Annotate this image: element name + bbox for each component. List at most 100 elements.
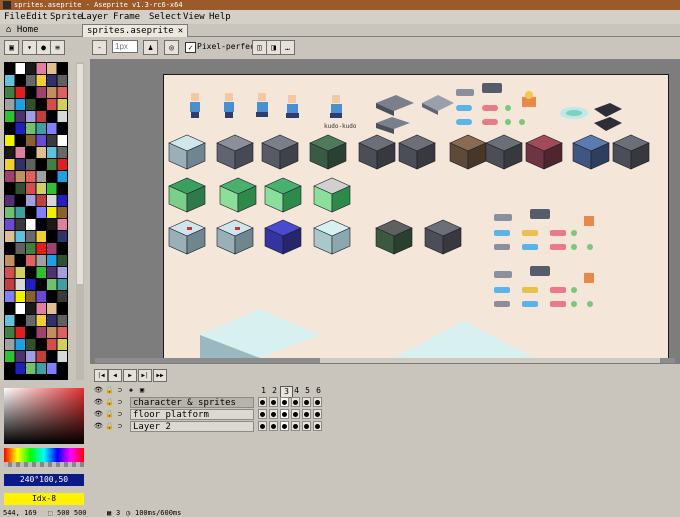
palette-swatch[interactable] xyxy=(47,243,57,254)
timeline-cel[interactable] xyxy=(313,397,322,407)
palette-swatch[interactable] xyxy=(15,183,26,194)
palette-swatch[interactable] xyxy=(26,315,36,326)
timeline-cel[interactable] xyxy=(291,421,300,431)
palette-swatch[interactable] xyxy=(5,195,15,206)
brush-size-input[interactable] xyxy=(112,40,138,53)
menu-frame[interactable]: Frame xyxy=(113,10,140,24)
palette-swatch[interactable] xyxy=(36,135,47,146)
palette-swatch[interactable] xyxy=(57,75,68,86)
palette-swatch[interactable] xyxy=(47,195,57,206)
visibility-toggle-icon[interactable]: 👁 xyxy=(94,422,103,431)
palette-swatch[interactable] xyxy=(47,75,57,86)
palette-swatch[interactable] xyxy=(47,87,57,98)
palette-swatch[interactable] xyxy=(26,111,36,122)
canvas-scroll-thumb[interactable] xyxy=(320,358,660,363)
palette-swatch[interactable] xyxy=(57,279,68,290)
timeline-cel[interactable] xyxy=(313,421,322,431)
palette-swatch[interactable] xyxy=(57,171,68,182)
tab-sprites[interactable]: sprites.aseprite ✕ xyxy=(82,24,189,37)
palette-swatch[interactable] xyxy=(57,267,68,278)
palette-swatch[interactable] xyxy=(36,243,47,254)
layer-name[interactable]: floor platform xyxy=(130,409,254,420)
palette-swatch[interactable] xyxy=(36,183,47,194)
prev-frame-button[interactable]: ◀ xyxy=(108,369,122,382)
timeline-cel[interactable] xyxy=(302,409,311,419)
palette-swatch[interactable] xyxy=(36,255,47,266)
continuous-toggle-icon[interactable]: ⊃ xyxy=(116,398,124,407)
palette-swatch[interactable] xyxy=(57,351,68,362)
palette-swatch[interactable] xyxy=(15,231,26,242)
next-frame-button[interactable]: ▶| xyxy=(138,369,152,382)
timeline-cel[interactable] xyxy=(258,409,267,419)
layer-options-icon[interactable]: ▣ xyxy=(138,386,146,395)
palette-swatch[interactable] xyxy=(5,339,15,350)
palette-swatch[interactable] xyxy=(57,159,68,170)
visibility-icon[interactable]: 👁 xyxy=(94,386,103,395)
frame-number-5[interactable]: 5 xyxy=(302,386,313,396)
menu-help[interactable]: Help xyxy=(209,10,231,24)
timeline-cel[interactable] xyxy=(258,421,267,431)
continuous-icon[interactable]: ⊃ xyxy=(116,386,124,395)
palette-swatch[interactable] xyxy=(26,159,36,170)
palette-swatch[interactable] xyxy=(26,351,36,362)
palette-swatch[interactable] xyxy=(15,351,26,362)
layer-row[interactable]: 👁 🔒 ⊃ Layer 2 xyxy=(92,421,256,432)
palette-swatch[interactable] xyxy=(5,291,15,302)
palette-swatches[interactable] xyxy=(4,62,68,380)
frame-number-6[interactable]: 6 xyxy=(313,386,324,396)
palette-swatch[interactable] xyxy=(15,303,26,314)
palette-swatch[interactable] xyxy=(36,303,47,314)
palette-swatch[interactable] xyxy=(36,363,47,374)
palette-swatch[interactable] xyxy=(5,219,15,230)
palette-swatch[interactable] xyxy=(26,123,36,134)
visibility-toggle-icon[interactable]: 👁 xyxy=(94,398,103,407)
palette-swatch[interactable] xyxy=(5,135,15,146)
palette-swatch[interactable] xyxy=(47,279,57,290)
brush-shape-icon[interactable]: ● xyxy=(36,40,51,55)
palette-swatch[interactable] xyxy=(5,279,15,290)
palette-swatch[interactable] xyxy=(36,87,47,98)
palette-swatch[interactable] xyxy=(5,87,15,98)
more-options-icon[interactable]: … xyxy=(280,40,295,55)
palette-swatch[interactable] xyxy=(57,327,68,338)
palette-swatch[interactable] xyxy=(26,243,36,254)
palette-swatch[interactable] xyxy=(26,219,36,230)
timeline-cel[interactable] xyxy=(291,397,300,407)
hue-slider[interactable] xyxy=(4,448,84,462)
palette-swatch[interactable] xyxy=(5,147,15,158)
timeline-cel[interactable] xyxy=(291,409,300,419)
palette-swatch[interactable] xyxy=(36,195,47,206)
palette-swatch[interactable] xyxy=(26,291,36,302)
palette-swatch[interactable] xyxy=(57,147,68,158)
palette-swatch[interactable] xyxy=(36,111,47,122)
palette-swatch[interactable] xyxy=(26,63,36,74)
palette-swatch[interactable] xyxy=(26,363,36,374)
palette-swatch[interactable] xyxy=(47,123,57,134)
palette-swatch[interactable] xyxy=(57,315,68,326)
palette-swatch[interactable] xyxy=(15,171,26,182)
continuous-toggle-icon[interactable]: ⊃ xyxy=(116,410,124,419)
palette-swatch[interactable] xyxy=(47,315,57,326)
palette-swatch[interactable] xyxy=(26,303,36,314)
palette-swatch[interactable] xyxy=(57,339,68,350)
palette-swatch[interactable] xyxy=(15,243,26,254)
palette-swatch[interactable] xyxy=(5,75,15,86)
palette-swatch[interactable] xyxy=(47,255,57,266)
palette-swatch[interactable] xyxy=(47,207,57,218)
palette-swatch[interactable] xyxy=(5,159,15,170)
menu-edit[interactable]: Edit xyxy=(26,10,48,24)
menu-view[interactable]: View xyxy=(183,10,205,24)
symmetry-h-icon[interactable]: ◨ xyxy=(266,40,281,55)
palette-swatch[interactable] xyxy=(57,219,68,230)
palette-swatch[interactable] xyxy=(36,351,47,362)
brush-options-icon[interactable]: ≡ xyxy=(50,40,65,55)
brush-small-icon[interactable]: - xyxy=(92,40,107,55)
timeline-cel[interactable] xyxy=(269,409,278,419)
frame-number-2[interactable]: 2 xyxy=(269,386,280,396)
lock-icon[interactable]: 🔒 xyxy=(105,386,114,395)
palette-swatch[interactable] xyxy=(26,135,36,146)
palette-swatch[interactable] xyxy=(5,267,15,278)
palette-swatch[interactable] xyxy=(15,339,26,350)
palette-swatch[interactable] xyxy=(15,99,26,110)
palette-swatch[interactable] xyxy=(47,135,57,146)
